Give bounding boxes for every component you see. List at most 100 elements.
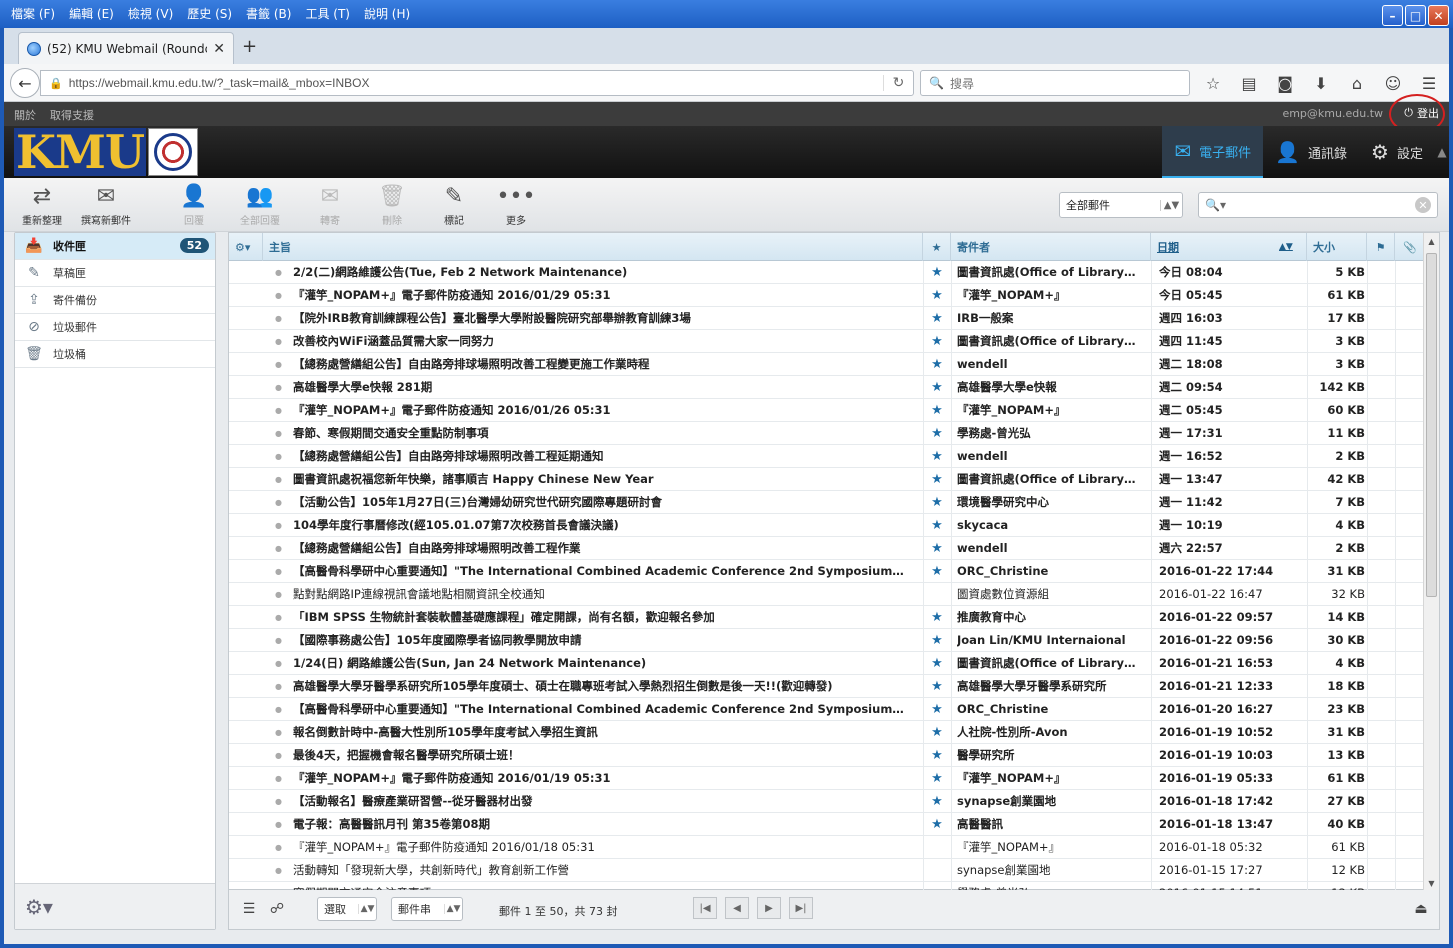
message-subject[interactable]: 【院外IRB教育訓練課程公告】臺北醫學大學附設醫院研究部舉辦教育訓練3場 (293, 307, 919, 330)
maximize-button[interactable]: □ (1405, 5, 1426, 26)
status-dot-icon[interactable]: ● (275, 307, 283, 330)
pocket-icon[interactable]: ◙ (1272, 70, 1298, 96)
home-icon[interactable]: ⌂ (1344, 70, 1370, 96)
unread-star-icon[interactable]: ★ (923, 330, 951, 353)
url-bar[interactable]: 🔒 https://webmail.kmu.edu.tw/?_task=mail… (40, 70, 914, 96)
table-row[interactable]: ● 2/2(二)網路維護公告(Tue, Feb 2 Network Mainten… (229, 261, 1425, 284)
mail-search-input[interactable]: 🔍▾ ✕ (1198, 192, 1438, 218)
about-link[interactable]: 關於 (14, 107, 36, 123)
close-tab-icon[interactable]: ✕ (213, 41, 225, 57)
message-subject[interactable]: 活動轉知「發現新大學，共創新時代」教育創新工作營 (293, 859, 919, 882)
forward-button[interactable]: ✉ 轉寄 (300, 184, 360, 227)
search-dropdown-icon[interactable]: 🔍▾ (1205, 198, 1226, 212)
column-from[interactable]: 寄件者 (951, 233, 1151, 261)
table-row[interactable]: ● 「IBM SPSS 生物統計套裝軟體基礎應課程」確定開課，尚有名額，歡迎報名參… (229, 606, 1425, 629)
select-menu[interactable]: 選取 ▲▼ (317, 897, 377, 921)
table-row[interactable]: ● 春節、寒假期間交通安全重點防制事項 ★ 學務處-曾光弘 週一 17:31 11 KB (229, 422, 1425, 445)
list-scrollbar[interactable]: ▲ ▼ (1423, 233, 1439, 891)
status-dot-icon[interactable]: ● (275, 560, 283, 583)
last-page-icon[interactable]: ▶| (789, 897, 813, 919)
unread-star-icon[interactable]: ★ (923, 376, 951, 399)
message-subject[interactable]: 1/24(日) 網路維護公告(Sun, Jan 24 Network Maint… (293, 652, 919, 675)
message-subject[interactable]: 高雄醫學大學牙醫學系研究所105學年度碩士、碩士在職專班考試入學熱烈招生倒數是後… (293, 675, 919, 698)
unread-star-icon[interactable]: ★ (923, 767, 951, 790)
status-dot-icon[interactable]: ● (275, 698, 283, 721)
message-subject[interactable]: 【高醫骨科學研中心重要通知】"The International Combine… (293, 560, 919, 583)
table-row[interactable]: ● 【國際事務處公告】105年度國際學者協同教學開放申請 ★ Joan Lin/KMU… (229, 629, 1425, 652)
status-dot-icon[interactable]: ● (275, 261, 283, 284)
reload-icon[interactable]: ↻ (883, 75, 913, 91)
table-row[interactable]: ● 『灌竽_NOPAM+』電子郵件防疫通知 2016/01/18 05:31 『灌竽… (229, 836, 1425, 859)
unread-star-icon[interactable]: ★ (923, 284, 951, 307)
status-dot-icon[interactable]: ● (275, 376, 283, 399)
minimize-button[interactable]: – (1382, 5, 1403, 26)
message-subject[interactable]: 【總務處營繕組公告】自由路旁排球場照明改善工程變更施工作業時程 (293, 353, 919, 376)
status-dot-icon[interactable]: ● (275, 675, 283, 698)
status-dot-icon[interactable]: ● (275, 813, 283, 836)
table-row[interactable]: ● 高雄醫學大學牙醫學系研究所105學年度碩士、碩士在職專班考試入學熱烈招生倒數是… (229, 675, 1425, 698)
read-star-icon[interactable] (923, 583, 951, 606)
support-link[interactable]: 取得支援 (50, 107, 94, 123)
table-row[interactable]: ● 『灌竽_NOPAM+』電子郵件防疫通知 2016/01/26 05:31 ★ 『灌… (229, 399, 1425, 422)
message-subject[interactable]: 圖書資訊處祝福您新年快樂，諸事順吉 Happy Chinese New Year (293, 468, 919, 491)
table-row[interactable]: ● 【院外IRB教育訓練課程公告】臺北醫學大學附設醫院研究部舉辦教育訓練3場 ★ IR… (229, 307, 1425, 330)
compose-button[interactable]: ✉ 撰寫新郵件 (76, 184, 136, 227)
status-dot-icon[interactable]: ● (275, 330, 283, 353)
next-page-icon[interactable]: ▶ (757, 897, 781, 919)
menu-view[interactable]: 檢視 (V) (121, 3, 180, 25)
table-row[interactable]: ● 圖書資訊處祝福您新年快樂，諸事順吉 Happy Chinese New Yea… (229, 468, 1425, 491)
status-dot-icon[interactable]: ● (275, 652, 283, 675)
status-dot-icon[interactable]: ● (275, 468, 283, 491)
unread-star-icon[interactable]: ★ (923, 721, 951, 744)
unread-star-icon[interactable]: ★ (923, 468, 951, 491)
message-subject[interactable]: 【活動公告】105年1月27日(三)台灣婦幼研究世代研究國際專題研討會 (293, 491, 919, 514)
column-date[interactable]: 日期 ▲▼ (1151, 233, 1307, 261)
message-subject[interactable]: 【活動報名】醫療產業研習營--從牙醫器材出發 (293, 790, 919, 813)
table-row[interactable]: ● 【活動公告】105年1月27日(三)台灣婦幼研究世代研究國際專題研討會 ★ 環境醫… (229, 491, 1425, 514)
table-row[interactable]: ● 【總務處營繕組公告】自由路旁排球場照明改善工程變更施工作業時程 ★ wendell… (229, 353, 1425, 376)
table-row[interactable]: ● 【高醫骨科學研中心重要通知】"The International Combin… (229, 698, 1425, 721)
message-subject[interactable]: 春節、寒假期間交通安全重點防制事項 (293, 422, 919, 445)
table-row[interactable]: ● 高雄醫學大學e快報 281期 ★ 高雄醫學大學e快報 週二 09:54 142 KB (229, 376, 1425, 399)
menu-help[interactable]: 說明 (H) (357, 3, 417, 25)
status-dot-icon[interactable]: ● (275, 583, 283, 606)
toggle-preview-icon[interactable]: ⏏ (1409, 898, 1433, 920)
menu-tools[interactable]: 工具 (T) (298, 3, 357, 25)
message-subject[interactable]: 『灌竽_NOPAM+』電子郵件防疫通知 2016/01/19 05:31 (293, 767, 919, 790)
message-subject[interactable]: 『灌竽_NOPAM+』電子郵件防疫通知 2016/01/29 05:31 (293, 284, 919, 307)
folder-actions-menu[interactable]: ⚙▾ (15, 883, 215, 929)
folder-sent[interactable]: ⇪ 寄件備份 (15, 287, 215, 314)
table-row[interactable]: ● 【活動報名】醫療產業研習營--從牙醫器材出發 ★ synapse創業園地 2016-… (229, 790, 1425, 813)
unread-star-icon[interactable]: ★ (923, 790, 951, 813)
status-dot-icon[interactable]: ● (275, 491, 283, 514)
column-subject[interactable]: 主旨 (263, 233, 923, 261)
chat-icon[interactable]: ☺ (1380, 70, 1406, 96)
status-dot-icon[interactable]: ● (275, 744, 283, 767)
more-button[interactable]: ••• 更多 (486, 184, 546, 227)
scroll-down-icon[interactable]: ▼ (1424, 875, 1439, 891)
menu-file[interactable]: 檔案 (F) (4, 3, 62, 25)
unread-star-icon[interactable]: ★ (923, 652, 951, 675)
table-row[interactable]: ● 【高醫骨科學研中心重要通知】"The International Combin… (229, 560, 1425, 583)
unread-star-icon[interactable]: ★ (923, 307, 951, 330)
status-dot-icon[interactable]: ● (275, 445, 283, 468)
first-page-icon[interactable]: |◀ (693, 897, 717, 919)
column-flag-icon[interactable]: ⚑ (1367, 233, 1395, 261)
table-row[interactable]: ● 報名倒數計時中-高醫大性別所105學年度考試入學招生資訊 ★ 人社院-性別所-Av… (229, 721, 1425, 744)
read-star-icon[interactable] (923, 859, 951, 882)
unread-star-icon[interactable]: ★ (923, 698, 951, 721)
status-dot-icon[interactable]: ● (275, 353, 283, 376)
table-row[interactable]: ● 【總務處營繕組公告】自由路旁排球場照明改善工程延期通知 ★ wendell 週一 1… (229, 445, 1425, 468)
message-subject[interactable]: 104學年度行事曆修改(經105.01.07第7次校務首長會議決議) (293, 514, 919, 537)
table-row[interactable]: ● 點對點網路IP連線視訊會議地點相關資訊全校通知 圖資處數位資源組 2016-01-… (229, 583, 1425, 606)
table-row[interactable]: ● 104學年度行事曆修改(經105.01.07第7次校務首長會議決議) ★ skyc… (229, 514, 1425, 537)
message-subject[interactable]: 【總務處營繕組公告】自由路旁排球場照明改善工程作業 (293, 537, 919, 560)
status-dot-icon[interactable]: ● (275, 399, 283, 422)
hamburger-menu-icon[interactable]: ☰ (1416, 70, 1442, 96)
collapse-header-icon[interactable]: ▲ (1435, 126, 1449, 178)
message-subject[interactable]: 【總務處營繕組公告】自由路旁排球場照明改善工程延期通知 (293, 445, 919, 468)
delete-button[interactable]: 🗑 刪除 (362, 184, 422, 227)
unread-star-icon[interactable]: ★ (923, 560, 951, 583)
unread-star-icon[interactable]: ★ (923, 422, 951, 445)
status-dot-icon[interactable]: ● (275, 422, 283, 445)
